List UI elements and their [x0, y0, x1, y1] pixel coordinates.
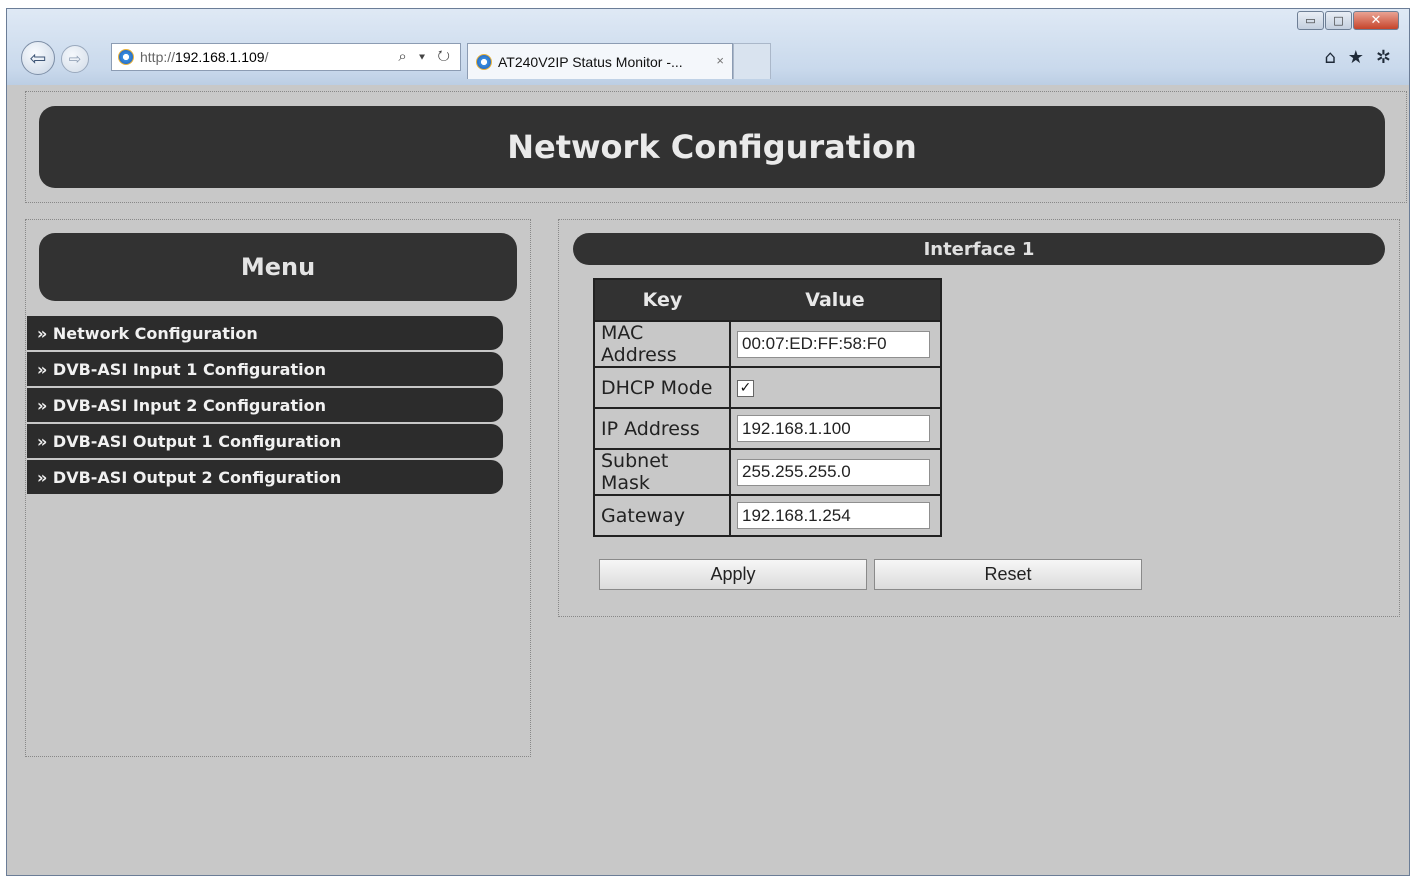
ie-page-icon [118, 49, 134, 65]
browser-tab-active[interactable]: AT240V2IP Status Monitor -... × [467, 43, 733, 79]
mac-address-cell [729, 320, 942, 368]
mac-address-field[interactable] [737, 330, 930, 358]
gateway-label: Gateway [593, 494, 731, 537]
table-row: Gateway [593, 494, 942, 537]
dhcp-mode-cell: ✓ [729, 366, 942, 409]
menu-item-asi-output-1[interactable]: » DVB-ASI Output 1 Configuration [27, 424, 503, 458]
column-header-key: Key [594, 279, 730, 321]
menu-item-asi-output-2[interactable]: » DVB-ASI Output 2 Configuration [27, 460, 503, 494]
column-header-value: Value [730, 279, 941, 321]
gateway-cell [729, 494, 942, 537]
menu-title: Menu [39, 233, 517, 301]
forward-arrow-icon: ⇨ [68, 50, 82, 68]
home-icon[interactable]: ⌂ [1324, 47, 1335, 68]
browser-window: ▭ □ ✕ ⇦ ⇨ http://192.168.1.109/ ⌕ ▾ ↻ AT… [6, 8, 1410, 876]
address-bar[interactable]: http://192.168.1.109/ ⌕ ▾ ↻ [111, 43, 461, 71]
menu-item-asi-input-2[interactable]: » DVB-ASI Input 2 Configuration [27, 388, 503, 422]
address-search-refresh-icons[interactable]: ⌕ ▾ ↻ [398, 48, 454, 65]
browser-tools: ⌂ ★ ✲ [1324, 47, 1391, 68]
menu-item-network-configuration[interactable]: » Network Configuration [27, 316, 503, 350]
page-viewport: Network Configuration Menu » Network Con… [7, 85, 1409, 875]
apply-button[interactable]: Apply [599, 559, 867, 590]
browser-toolbar: ▭ □ ✕ ⇦ ⇨ http://192.168.1.109/ ⌕ ▾ ↻ AT… [7, 9, 1409, 85]
url-protocol: http:// [140, 49, 176, 65]
subnet-mask-label: Subnet Mask [593, 448, 731, 496]
subnet-mask-field[interactable] [737, 458, 930, 486]
network-config-table: Key Value MAC Address DHCP Mode ✓ IP Add… [593, 278, 942, 537]
table-header-row: Key Value [594, 279, 941, 321]
interface-title: Interface 1 [573, 233, 1385, 265]
minimize-button[interactable]: ▭ [1297, 11, 1324, 30]
subnet-mask-cell [729, 448, 942, 496]
settings-gear-icon[interactable]: ✲ [1376, 47, 1391, 68]
menu-list: » Network Configuration » DVB-ASI Input … [27, 316, 503, 496]
gateway-field[interactable] [737, 502, 930, 529]
table-row: DHCP Mode ✓ [593, 366, 942, 409]
mac-address-label: MAC Address [593, 320, 731, 368]
table-row: Subnet Mask [593, 448, 942, 496]
table-row: IP Address [593, 407, 942, 450]
url-path: / [264, 49, 269, 65]
url-host: 192.168.1.109 [175, 49, 265, 65]
back-arrow-icon: ⇦ [29, 46, 47, 70]
new-tab-button[interactable] [733, 43, 771, 79]
tab-title: AT240V2IP Status Monitor -... [498, 53, 683, 70]
menu-item-asi-input-1[interactable]: » DVB-ASI Input 1 Configuration [27, 352, 503, 386]
maximize-button[interactable]: □ [1325, 11, 1352, 30]
table-row: MAC Address [593, 320, 942, 368]
ie-tab-icon [476, 53, 492, 70]
ip-address-field[interactable] [737, 415, 930, 442]
dhcp-mode-label: DHCP Mode [593, 366, 731, 409]
close-window-button[interactable]: ✕ [1353, 11, 1399, 30]
ip-address-label: IP Address [593, 407, 731, 450]
favorites-star-icon[interactable]: ★ [1348, 47, 1364, 68]
dhcp-mode-checkbox[interactable]: ✓ [737, 379, 754, 397]
ip-address-cell [729, 407, 942, 450]
page-title: Network Configuration [39, 106, 1385, 188]
reset-button[interactable]: Reset [874, 559, 1142, 590]
window-controls: ▭ □ ✕ [1297, 11, 1399, 30]
forward-button[interactable]: ⇨ [61, 45, 89, 73]
tab-close-icon[interactable]: × [716, 53, 724, 68]
back-button[interactable]: ⇦ [21, 41, 55, 75]
